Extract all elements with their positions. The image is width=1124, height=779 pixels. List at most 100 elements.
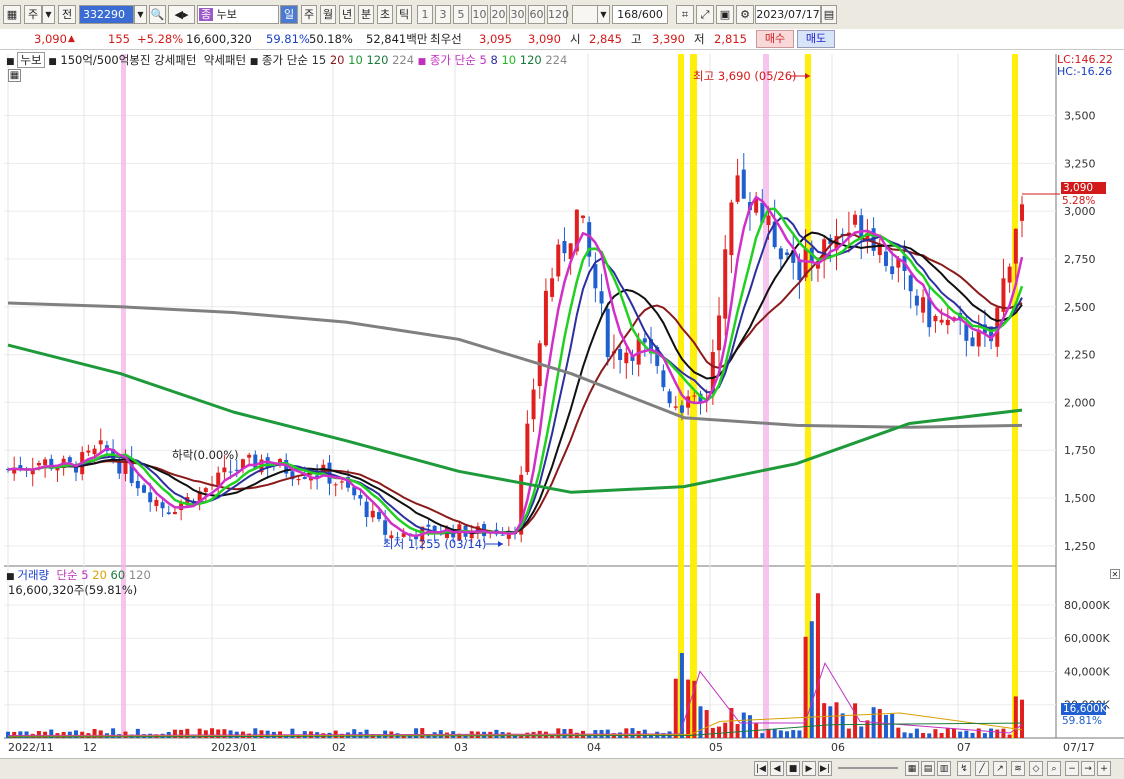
candle-body (964, 324, 969, 341)
low-label: 저 (694, 32, 705, 46)
legend-close-ma2-label[interactable]: 종가 단순 (430, 53, 476, 67)
code-dropdown-icon[interactable]: ▼ (134, 5, 147, 24)
trade-amount: 52,841백만 (366, 32, 428, 46)
shape-icon[interactable]: ◇ (1029, 761, 1043, 776)
volume-bar (772, 729, 777, 738)
interval-button-6[interactable]: 60 (528, 5, 545, 24)
speaker-icon[interactable]: ◀▸ (168, 5, 195, 24)
ma224-line (7, 301, 1023, 429)
period-tab-2[interactable]: 월 (320, 5, 336, 24)
interval-button-4[interactable]: 20 (490, 5, 507, 24)
volume-bar (976, 728, 981, 738)
candle-body (859, 215, 864, 239)
volume-bar (902, 732, 907, 738)
high-annotation: 최고 3,690 (05/26) (693, 69, 797, 83)
scroll-left-icon[interactable]: ◀ (770, 761, 784, 776)
settings-icon[interactable]: ⚙ (736, 5, 754, 24)
legend-dot-icon: ■ (48, 57, 57, 67)
legend-weak[interactable]: 약세패턴 (204, 53, 246, 67)
blank-dropdown-icon[interactable]: ▼ (597, 5, 610, 24)
arrow-icon[interactable]: → (1081, 761, 1095, 776)
search-icon[interactable]: 🔍 (149, 5, 166, 24)
candle-body (556, 244, 561, 277)
draw-icon[interactable]: ↯ (957, 761, 971, 776)
period-tab-6[interactable]: 틱 (396, 5, 412, 24)
stock-code-input[interactable]: 332290 (79, 5, 134, 24)
trend-icon[interactable]: ↗ (993, 761, 1007, 776)
interval-button-2[interactable]: 5 (453, 5, 469, 24)
candle-body (383, 520, 388, 535)
time-axis-label: 05 (709, 741, 723, 754)
prev-button[interactable]: 전 (58, 5, 76, 24)
market-dropdown-icon[interactable]: ▼ (42, 5, 55, 24)
period-tab-1[interactable]: 주 (301, 5, 317, 24)
sell-button[interactable]: 매도 (797, 30, 835, 48)
interval-button-7[interactable]: 120 (547, 5, 569, 24)
scroll-start-icon[interactable]: |◀ (754, 761, 768, 776)
candle-body (642, 338, 647, 343)
price-axis-label: 3,500 (1064, 110, 1096, 123)
volume-ma-label[interactable]: 단순 (56, 568, 77, 582)
magnifier-icon[interactable]: ⌕ (1047, 761, 1061, 776)
interval-button-3[interactable]: 10 (471, 5, 488, 24)
compare-icon[interactable]: ▤ (921, 761, 935, 776)
scroll-end-icon[interactable]: ▶| (818, 761, 832, 776)
open-label: 시 (570, 32, 581, 46)
view-icon[interactable]: ▦ (905, 761, 919, 776)
volume-bar (1020, 699, 1024, 738)
market-select[interactable]: 주 (24, 5, 42, 24)
layout-icon[interactable]: ▦ (3, 5, 21, 24)
period-tab-5[interactable]: 초 (377, 5, 393, 24)
interval-button-0[interactable]: 1 (417, 5, 433, 24)
period-tab-3[interactable]: 년 (339, 5, 355, 24)
buy-button[interactable]: 매수 (756, 30, 794, 48)
price-axis-label: 1,250 (1064, 540, 1096, 553)
scale-icon[interactable]: ⤢ (696, 5, 714, 24)
signal-highlight-band (121, 54, 126, 738)
candle-body (853, 214, 858, 225)
volume-bar (760, 733, 765, 738)
calendar-icon[interactable]: ▤ (821, 5, 837, 24)
legend-stock[interactable]: 누보 (17, 52, 45, 68)
candle-body (735, 175, 740, 202)
volume-current: 16,600,320주(59.81%) (8, 583, 138, 597)
date-field[interactable]: 2023/07/17 (755, 5, 821, 24)
stop-icon[interactable]: ■ (786, 761, 800, 776)
ma10b-label: 10 (501, 53, 517, 67)
candle-body (135, 481, 140, 489)
time-axis-label: 07 (957, 741, 971, 754)
save-icon[interactable]: ▣ (716, 5, 734, 24)
close-icon[interactable]: ✕ (1110, 569, 1120, 579)
fib-icon[interactable]: ≋ (1011, 761, 1025, 776)
best-bid: 3,090 (528, 32, 561, 46)
interval-button-1[interactable]: 3 (435, 5, 451, 24)
volume-legend: ■ 거래량 단순 5 20 60 120 (6, 567, 151, 582)
count-field[interactable]: 168/600 (612, 5, 668, 24)
plus-icon[interactable]: + (1097, 761, 1111, 776)
stock-name-field[interactable]: 종 누보 (197, 5, 279, 24)
volume-label[interactable]: 거래량 (17, 568, 49, 582)
volume-axis-label: 60,000K (1064, 632, 1110, 645)
zoom-slider[interactable] (838, 767, 898, 769)
line-icon[interactable]: ╱ (975, 761, 989, 776)
candle-body (890, 266, 895, 274)
candle-body (723, 249, 728, 319)
candle-body (92, 448, 97, 455)
minus-icon[interactable]: − (1065, 761, 1079, 776)
period-tab-4[interactable]: 분 (358, 5, 374, 24)
legend-close-ma-label[interactable]: 종가 단순 (262, 53, 308, 67)
table-icon[interactable]: ▦ (8, 69, 21, 82)
crosshair-icon[interactable]: ⌗ (676, 5, 694, 24)
volume-bar (797, 730, 802, 738)
scroll-right-icon[interactable]: ▶ (802, 761, 816, 776)
interval-button-5[interactable]: 30 (509, 5, 526, 24)
ma224-label: 224 (392, 53, 415, 67)
ma15-label: 15 (311, 53, 327, 67)
period-tab-0[interactable]: 일 (280, 5, 298, 24)
volume-bar (982, 733, 987, 738)
grid-icon[interactable]: ▥ (937, 761, 951, 776)
candle-body (247, 454, 252, 458)
volume-bar (630, 728, 635, 738)
legend-pattern[interactable]: 150억/500억봉진 강세패턴 (60, 53, 196, 67)
price-chart[interactable]: 3,500 3,250 3,000 2,750 2,500 2,250 2,000 1,750… (0, 50, 1124, 758)
